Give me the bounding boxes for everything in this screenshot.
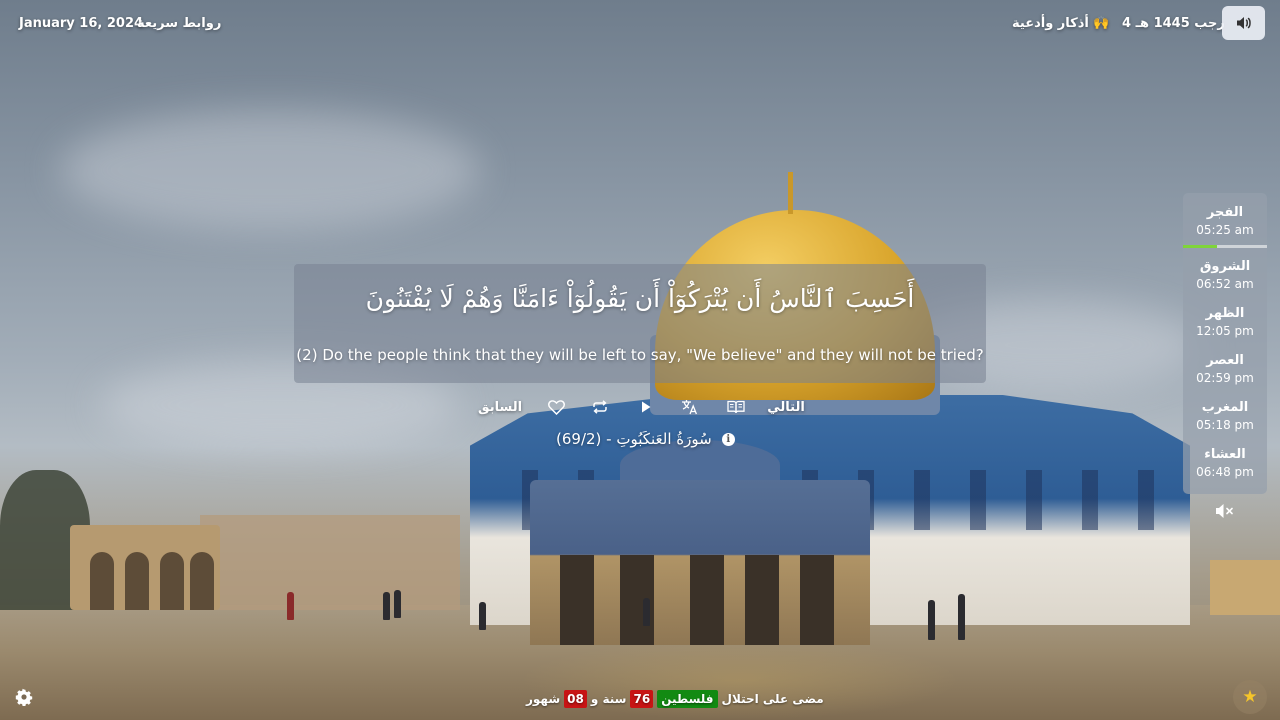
favorite-button[interactable] bbox=[545, 396, 567, 418]
tafsir-button[interactable] bbox=[725, 396, 747, 418]
prayer-name: الشروق bbox=[1199, 259, 1251, 274]
next-button[interactable]: التالي bbox=[767, 396, 805, 418]
months-badge: 08 bbox=[564, 689, 587, 708]
person bbox=[287, 592, 294, 620]
gregorian-date: January 16, 2024 bbox=[19, 16, 144, 31]
verse-controls: السابق التالي bbox=[0, 396, 1280, 418]
prayer-time: 05:25 am bbox=[1196, 223, 1254, 237]
speaker-icon bbox=[1236, 17, 1251, 29]
arch bbox=[160, 552, 184, 610]
arch bbox=[125, 552, 149, 610]
prayer-time: 06:48 pm bbox=[1196, 465, 1254, 479]
prayer-times-panel: الفجر 05:25 am الشروق 06:52 am الظهر 12:… bbox=[1183, 193, 1267, 494]
favorites-star-button[interactable]: ★ bbox=[1233, 680, 1267, 714]
book-icon bbox=[727, 400, 745, 414]
right-building bbox=[1210, 560, 1280, 615]
person bbox=[394, 590, 401, 618]
info-icon[interactable]: i bbox=[721, 432, 735, 446]
person bbox=[383, 592, 390, 620]
translate-icon bbox=[682, 400, 698, 415]
pavilion-opening bbox=[690, 555, 724, 645]
years-badge: 76 bbox=[630, 689, 654, 708]
prayer-maghrib: المغرب 05:18 pm bbox=[1183, 388, 1267, 434]
years-word: سنة و bbox=[590, 691, 627, 706]
prayer-name: الظهر bbox=[1205, 306, 1245, 321]
country-badge: فلسطين bbox=[657, 689, 718, 708]
repeat-button[interactable] bbox=[589, 396, 611, 418]
play-icon bbox=[642, 401, 651, 413]
occupation-counter: مضى على احتلال فلسطين 76 سنة و 08 شهور bbox=[526, 688, 824, 709]
verse-card: أَحَسِبَ ٱلنَّاسُ أَن يُتْرَكُوٓاْ أَن ي… bbox=[294, 264, 986, 383]
prayer-time: 02:59 pm bbox=[1196, 371, 1254, 385]
pavilion-opening bbox=[745, 555, 779, 645]
prayer-dhuhr: الظهر 12:05 pm bbox=[1183, 294, 1267, 340]
prayer-name: المغرب bbox=[1201, 400, 1249, 415]
hijri-date: 4 رجب 1445 هـ bbox=[1122, 16, 1225, 31]
person bbox=[479, 602, 486, 630]
prayer-sunrise: الشروق 06:52 am bbox=[1183, 247, 1267, 293]
prayer-name: الفجر bbox=[1206, 205, 1244, 220]
surah-reference: سُورَةُ العَنكَبُوتِ - (69/2) i bbox=[556, 428, 746, 450]
dome-finial bbox=[788, 172, 793, 214]
prayer-time: 12:05 pm bbox=[1196, 324, 1254, 338]
mute-adhan-icon[interactable] bbox=[1214, 502, 1236, 520]
quick-links-link[interactable]: روابط سريعة bbox=[137, 16, 221, 31]
heart-icon bbox=[547, 399, 565, 415]
pavilion-opening bbox=[560, 555, 594, 645]
surah-reference-text: سُورَةُ العَنكَبُوتِ - (69/2) bbox=[556, 430, 712, 448]
prayer-asr: العصر 02:59 pm bbox=[1183, 341, 1267, 387]
counter-prefix: مضى على احتلال bbox=[721, 691, 824, 706]
adhkar-link[interactable]: أذكار وأدعية 🙌 bbox=[1012, 16, 1110, 31]
person bbox=[958, 594, 965, 640]
prayer-time: 05:18 pm bbox=[1196, 418, 1254, 432]
verse-translation-text: (2) Do the people think that they will b… bbox=[296, 346, 984, 364]
person bbox=[928, 600, 935, 640]
arcade-building bbox=[70, 525, 220, 610]
city-buildings bbox=[200, 515, 460, 610]
prayer-name: العشاء bbox=[1204, 447, 1246, 462]
settings-gear-icon[interactable] bbox=[15, 688, 33, 706]
star-icon: ★ bbox=[1242, 687, 1258, 707]
top-bar: January 16, 2024 روابط سريعة أذكار وأدعي… bbox=[0, 0, 1280, 50]
pavilion-opening bbox=[800, 555, 834, 645]
person bbox=[643, 598, 650, 626]
months-word: شهور bbox=[526, 691, 561, 706]
arch bbox=[90, 552, 114, 610]
sound-toggle-button[interactable] bbox=[1222, 6, 1265, 40]
prayer-fajr: الفجر 05:25 am bbox=[1183, 193, 1267, 239]
previous-button[interactable]: السابق bbox=[478, 396, 522, 418]
repeat-icon bbox=[593, 400, 607, 414]
prayer-isha: العشاء 06:48 pm bbox=[1183, 435, 1267, 481]
prayer-name: العصر bbox=[1206, 353, 1244, 368]
cloud bbox=[60, 110, 480, 230]
verse-arabic-text: أَحَسِبَ ٱلنَّاسُ أَن يُتْرَكُوٓاْ أَن ي… bbox=[365, 284, 915, 313]
translate-button[interactable] bbox=[679, 396, 701, 418]
play-button[interactable] bbox=[636, 396, 656, 418]
prayer-time: 06:52 am bbox=[1196, 277, 1254, 291]
arch bbox=[190, 552, 214, 610]
